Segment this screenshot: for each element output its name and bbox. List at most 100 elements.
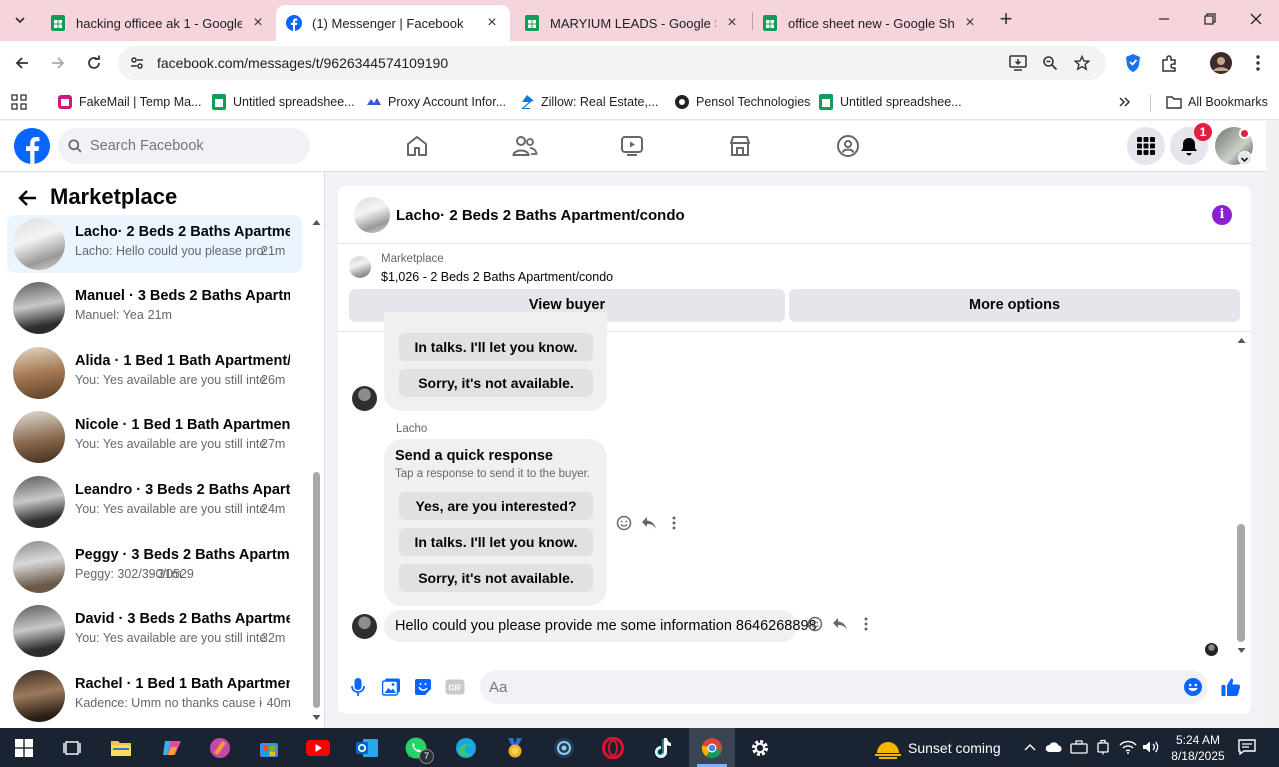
settings-button[interactable] bbox=[744, 732, 776, 764]
close-icon[interactable]: × bbox=[724, 15, 740, 31]
profile-avatar[interactable] bbox=[1208, 50, 1234, 76]
conversation-item[interactable]: Alida · 1 Bed 1 Bath Apartment/condo You… bbox=[7, 344, 302, 402]
sidebar-scrollbar[interactable] bbox=[312, 216, 321, 722]
reply-button[interactable] bbox=[830, 614, 850, 634]
weather-widget[interactable] bbox=[872, 732, 904, 764]
close-icon[interactable]: × bbox=[250, 15, 266, 31]
reply-button[interactable] bbox=[639, 513, 659, 533]
chat-title[interactable]: Lacho· 2 Beds 2 Baths Apartment/condo bbox=[396, 207, 685, 224]
bookmark-item-0[interactable]: FakeMail | Temp Ma... bbox=[57, 92, 202, 112]
browser-tab-3[interactable]: office sheet new - Google Sheets × bbox=[752, 5, 988, 41]
extensions-icon[interactable] bbox=[1156, 50, 1182, 76]
show-hidden-icons-button[interactable] bbox=[1021, 738, 1039, 756]
notification-center-button[interactable] bbox=[1238, 738, 1256, 756]
react-button[interactable] bbox=[805, 614, 825, 634]
nav-marketplace[interactable] bbox=[720, 129, 760, 163]
zoom-icon[interactable] bbox=[1040, 53, 1060, 73]
apps-button[interactable] bbox=[11, 92, 27, 112]
back-button[interactable] bbox=[9, 50, 35, 76]
account-menu-button[interactable] bbox=[1238, 151, 1252, 165]
sender-avatar[interactable] bbox=[352, 614, 377, 639]
nav-friends[interactable] bbox=[505, 129, 545, 163]
browser-tab-0[interactable]: hacking officee ak 1 - Google Sh × bbox=[40, 5, 276, 41]
youtube-button[interactable] bbox=[302, 732, 334, 764]
search-input[interactable] bbox=[90, 128, 300, 164]
outlook-button[interactable] bbox=[351, 732, 383, 764]
tiktok-button[interactable] bbox=[646, 732, 678, 764]
facebook-search[interactable] bbox=[58, 128, 310, 164]
quick-reply-button[interactable]: In talks. I'll let you know. bbox=[399, 528, 593, 556]
forward-button[interactable] bbox=[45, 50, 71, 76]
thread-scrollbar[interactable] bbox=[1236, 334, 1246, 660]
facebook-logo[interactable] bbox=[14, 128, 50, 164]
file-explorer-button[interactable] bbox=[105, 732, 137, 764]
copilot-button[interactable] bbox=[156, 732, 188, 764]
app-button[interactable] bbox=[499, 732, 531, 764]
browser-tab-2[interactable]: MARYIUM LEADS - Google Sheets × bbox=[514, 5, 750, 41]
emoji-icon[interactable] bbox=[1184, 678, 1202, 696]
bookmark-item-1[interactable]: Untitled spreadshee... bbox=[211, 92, 355, 112]
conversation-item[interactable]: Lacho· 2 Beds 2 Baths Apartment/condo La… bbox=[7, 215, 302, 273]
sticker-button[interactable] bbox=[412, 676, 434, 698]
reload-button[interactable] bbox=[81, 50, 107, 76]
page-scrollbar[interactable] bbox=[1266, 121, 1279, 728]
more-actions-button[interactable] bbox=[664, 513, 684, 533]
conversation-item[interactable]: David · 3 Beds 2 Baths Apartment/condo Y… bbox=[7, 602, 302, 660]
chrome-button[interactable] bbox=[696, 732, 728, 764]
app-button[interactable] bbox=[548, 732, 580, 764]
message-input-box[interactable] bbox=[480, 670, 1208, 704]
more-options-button[interactable]: More options bbox=[789, 289, 1240, 322]
start-button[interactable] bbox=[8, 732, 40, 764]
restore-button[interactable] bbox=[1198, 8, 1222, 32]
edge-button[interactable] bbox=[450, 732, 482, 764]
microsoft-store-button[interactable] bbox=[253, 732, 285, 764]
like-button[interactable] bbox=[1220, 676, 1242, 698]
quick-reply-button[interactable]: Yes, are you interested? bbox=[399, 492, 593, 520]
quick-reply-button[interactable]: In talks. I'll let you know. bbox=[399, 333, 593, 361]
menu-icon[interactable] bbox=[1245, 50, 1271, 76]
scrollbar-thumb[interactable] bbox=[1237, 524, 1245, 642]
all-bookmarks-button[interactable]: All Bookmarks bbox=[1166, 92, 1268, 112]
site-info-icon[interactable] bbox=[127, 53, 147, 73]
close-icon[interactable]: × bbox=[962, 15, 978, 31]
listing-name[interactable]: $1,026 - 2 Beds 2 Baths Apartment/condo bbox=[381, 270, 613, 284]
browser-tab-1[interactable]: (1) Messenger | Facebook × bbox=[276, 5, 510, 41]
onedrive-icon[interactable] bbox=[1045, 738, 1063, 756]
sender-avatar[interactable] bbox=[352, 386, 377, 411]
task-view-button[interactable] bbox=[56, 732, 88, 764]
quick-reply-button[interactable]: Sorry, it's not available. bbox=[399, 369, 593, 397]
close-icon[interactable]: × bbox=[484, 15, 500, 31]
install-app-icon[interactable] bbox=[1008, 53, 1028, 73]
window-close-button[interactable] bbox=[1244, 8, 1268, 32]
conversation-item[interactable]: Manuel · 3 Beds 2 Baths Apartment/condo … bbox=[7, 279, 302, 337]
conversation-item[interactable]: Rachel · 1 Bed 1 Bath Apartment/condo Ka… bbox=[7, 667, 302, 725]
nav-home[interactable] bbox=[397, 129, 437, 163]
info-icon[interactable]: i bbox=[1212, 205, 1232, 225]
bookmark-item-2[interactable]: Proxy Account Infor... bbox=[366, 92, 506, 112]
new-tab-button[interactable]: + bbox=[994, 8, 1018, 32]
weather-text[interactable]: Sunset coming bbox=[908, 740, 1001, 756]
volume-icon[interactable] bbox=[1142, 738, 1160, 756]
conversation-item[interactable]: Leandro · 3 Beds 2 Baths Apartment/condo… bbox=[7, 473, 302, 531]
brave-shield-icon[interactable] bbox=[1120, 50, 1146, 76]
conversation-item[interactable]: Nicole · 1 Bed 1 Bath Apartment/condo Yo… bbox=[7, 408, 302, 466]
bookmark-item-5[interactable]: Untitled spreadshee... bbox=[818, 92, 962, 112]
nav-groups[interactable] bbox=[828, 129, 868, 163]
back-button[interactable] bbox=[18, 188, 40, 210]
gif-button[interactable]: GIF bbox=[444, 676, 466, 698]
bookmark-item-4[interactable]: Pensol Technologies bbox=[674, 92, 810, 112]
whatsapp-button[interactable]: 7 bbox=[400, 732, 434, 764]
app-button[interactable] bbox=[204, 732, 236, 764]
react-button[interactable] bbox=[614, 513, 634, 533]
address-bar[interactable]: facebook.com/messages/t/9626344574109190 bbox=[118, 46, 1106, 80]
quick-reply-button[interactable]: Sorry, it's not available. bbox=[399, 564, 593, 592]
tab-search-button[interactable] bbox=[6, 6, 34, 34]
listing-thumbnail[interactable] bbox=[354, 197, 390, 233]
minimize-button[interactable] bbox=[1152, 8, 1176, 32]
more-bookmarks-button[interactable] bbox=[1118, 92, 1132, 112]
opera-button[interactable] bbox=[597, 732, 629, 764]
message-input[interactable] bbox=[489, 670, 1169, 704]
bookmark-item-3[interactable]: Zillow: Real Estate,... bbox=[519, 92, 658, 112]
more-actions-button[interactable] bbox=[856, 614, 876, 634]
attach-photo-button[interactable] bbox=[380, 676, 402, 698]
